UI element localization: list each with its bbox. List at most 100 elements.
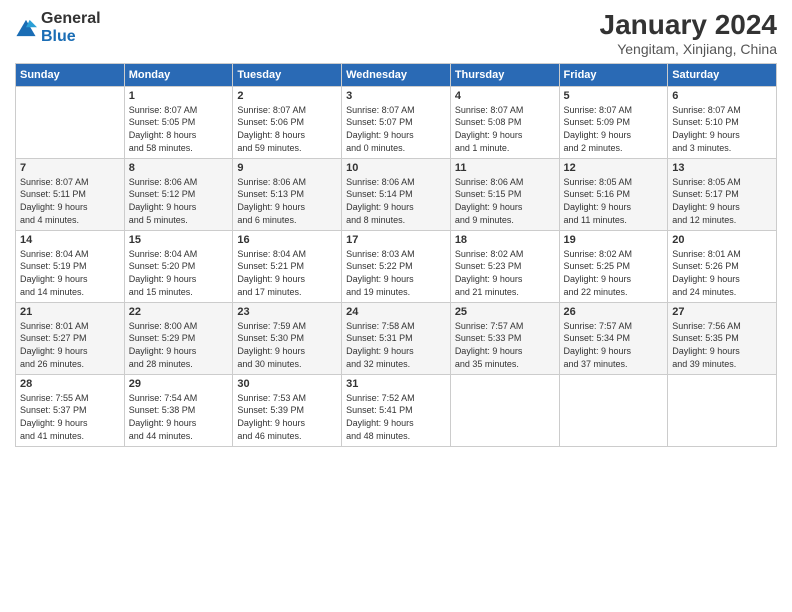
day-number: 4 [455, 90, 555, 102]
day-info: Sunrise: 8:02 AM Sunset: 5:23 PM Dayligh… [455, 248, 555, 298]
calendar-cell: 6 Sunrise: 8:07 AM Sunset: 5:10 PM Daylig… [668, 86, 777, 158]
day-info: Sunrise: 8:07 AM Sunset: 5:11 PM Dayligh… [20, 176, 120, 226]
calendar-cell: 18 Sunrise: 8:02 AM Sunset: 5:23 PM Dayli… [450, 230, 559, 302]
calendar-cell: 28 Sunrise: 7:55 AM Sunset: 5:37 PM Dayli… [16, 374, 125, 446]
day-info: Sunrise: 8:07 AM Sunset: 5:06 PM Dayligh… [237, 104, 337, 154]
day-number: 20 [672, 234, 772, 246]
day-info: Sunrise: 8:06 AM Sunset: 5:13 PM Dayligh… [237, 176, 337, 226]
calendar-cell [668, 374, 777, 446]
day-number: 15 [129, 234, 229, 246]
calendar-cell [559, 374, 668, 446]
day-info: Sunrise: 8:07 AM Sunset: 5:08 PM Dayligh… [455, 104, 555, 154]
calendar-cell: 13Sunrise: 8:05 AM Sunset: 5:17 PM Dayli… [668, 158, 777, 230]
day-number: 28 [20, 378, 120, 390]
calendar-cell: 30Sunrise: 7:53 AM Sunset: 5:39 PM Dayli… [233, 374, 342, 446]
day-info: Sunrise: 8:04 AM Sunset: 5:20 PM Dayligh… [129, 248, 229, 298]
day-number: 25 [455, 306, 555, 318]
calendar-cell: 16 Sunrise: 8:04 AM Sunset: 5:21 PM Dayli… [233, 230, 342, 302]
day-info: Sunrise: 8:03 AM Sunset: 5:22 PM Dayligh… [346, 248, 446, 298]
day-number: 31 [346, 378, 446, 390]
calendar-cell: 10Sunrise: 8:06 AM Sunset: 5:14 PM Dayli… [342, 158, 451, 230]
calendar-cell: 29 Sunrise: 7:54 AM Sunset: 5:38 PM Dayli… [124, 374, 233, 446]
day-info: Sunrise: 8:01 AM Sunset: 5:27 PM Dayligh… [20, 320, 120, 370]
calendar-cell [450, 374, 559, 446]
logo-blue: Blue [41, 28, 76, 45]
day-info: Sunrise: 8:04 AM Sunset: 5:21 PM Dayligh… [237, 248, 337, 298]
day-info: Sunrise: 8:07 AM Sunset: 5:09 PM Dayligh… [564, 104, 664, 154]
logo: General Blue [15, 10, 101, 46]
day-number: 26 [564, 306, 664, 318]
calendar-cell: 12 Sunrise: 8:05 AM Sunset: 5:16 PM Dayli… [559, 158, 668, 230]
calendar-cell: 7 Sunrise: 8:07 AM Sunset: 5:11 PM Daylig… [16, 158, 125, 230]
day-info: Sunrise: 7:59 AM Sunset: 5:30 PM Dayligh… [237, 320, 337, 370]
day-header-wednesday: Wednesday [342, 63, 451, 86]
day-number: 10 [346, 162, 446, 174]
title-block: January 2024 Yengitam, Xinjiang, China [600, 10, 777, 57]
calendar-cell: 8 Sunrise: 8:06 AM Sunset: 5:12 PM Daylig… [124, 158, 233, 230]
calendar-cell: 3 Sunrise: 8:07 AM Sunset: 5:07 PM Daylig… [342, 86, 451, 158]
calendar-cell: 4 Sunrise: 8:07 AM Sunset: 5:08 PM Daylig… [450, 86, 559, 158]
calendar-cell: 31 Sunrise: 7:52 AM Sunset: 5:41 PM Dayli… [342, 374, 451, 446]
week-row-2: 7 Sunrise: 8:07 AM Sunset: 5:11 PM Daylig… [16, 158, 777, 230]
logo-general: General [41, 10, 101, 27]
calendar-cell: 5Sunrise: 8:07 AM Sunset: 5:09 PM Daylig… [559, 86, 668, 158]
calendar-cell: 14Sunrise: 8:04 AM Sunset: 5:19 PM Dayli… [16, 230, 125, 302]
main-title: January 2024 [600, 10, 777, 41]
day-number: 16 [237, 234, 337, 246]
day-number: 6 [672, 90, 772, 102]
calendar-cell: 24 Sunrise: 7:58 AM Sunset: 5:31 PM Dayli… [342, 302, 451, 374]
day-info: Sunrise: 7:57 AM Sunset: 5:34 PM Dayligh… [564, 320, 664, 370]
calendar-cell: 22 Sunrise: 8:00 AM Sunset: 5:29 PM Dayli… [124, 302, 233, 374]
calendar-cell: 1 Sunrise: 8:07 AM Sunset: 5:05 PM Daylig… [124, 86, 233, 158]
day-number: 19 [564, 234, 664, 246]
week-row-1: 1 Sunrise: 8:07 AM Sunset: 5:05 PM Daylig… [16, 86, 777, 158]
week-row-4: 21 Sunrise: 8:01 AM Sunset: 5:27 PM Dayli… [16, 302, 777, 374]
day-info: Sunrise: 8:07 AM Sunset: 5:07 PM Dayligh… [346, 104, 446, 154]
day-info: Sunrise: 7:54 AM Sunset: 5:38 PM Dayligh… [129, 392, 229, 442]
day-number: 13 [672, 162, 772, 174]
day-number: 14 [20, 234, 120, 246]
day-info: Sunrise: 8:01 AM Sunset: 5:26 PM Dayligh… [672, 248, 772, 298]
day-info: Sunrise: 7:55 AM Sunset: 5:37 PM Dayligh… [20, 392, 120, 442]
day-number: 1 [129, 90, 229, 102]
day-info: Sunrise: 8:06 AM Sunset: 5:12 PM Dayligh… [129, 176, 229, 226]
day-number: 18 [455, 234, 555, 246]
calendar-cell: 26 Sunrise: 7:57 AM Sunset: 5:34 PM Dayli… [559, 302, 668, 374]
day-info: Sunrise: 8:00 AM Sunset: 5:29 PM Dayligh… [129, 320, 229, 370]
day-info: Sunrise: 8:07 AM Sunset: 5:10 PM Dayligh… [672, 104, 772, 154]
day-number: 21 [20, 306, 120, 318]
day-header-tuesday: Tuesday [233, 63, 342, 86]
day-info: Sunrise: 8:06 AM Sunset: 5:15 PM Dayligh… [455, 176, 555, 226]
day-info: Sunrise: 8:02 AM Sunset: 5:25 PM Dayligh… [564, 248, 664, 298]
calendar-cell: 2Sunrise: 8:07 AM Sunset: 5:06 PM Daylig… [233, 86, 342, 158]
day-number: 24 [346, 306, 446, 318]
calendar-cell: 25 Sunrise: 7:57 AM Sunset: 5:33 PM Dayli… [450, 302, 559, 374]
day-number: 12 [564, 162, 664, 174]
main-container: General Blue January 2024 Yengitam, Xinj… [0, 0, 792, 452]
day-header-saturday: Saturday [668, 63, 777, 86]
calendar-cell: 21 Sunrise: 8:01 AM Sunset: 5:27 PM Dayli… [16, 302, 125, 374]
day-header-monday: Monday [124, 63, 233, 86]
calendar-cell: 15 Sunrise: 8:04 AM Sunset: 5:20 PM Dayli… [124, 230, 233, 302]
day-number: 7 [20, 162, 120, 174]
day-info: Sunrise: 7:58 AM Sunset: 5:31 PM Dayligh… [346, 320, 446, 370]
header-row-days: SundayMondayTuesdayWednesdayThursdayFrid… [16, 63, 777, 86]
logo-icon [15, 17, 37, 39]
calendar-cell: 27 Sunrise: 7:56 AM Sunset: 5:35 PM Dayli… [668, 302, 777, 374]
sub-title: Yengitam, Xinjiang, China [600, 41, 777, 57]
day-header-thursday: Thursday [450, 63, 559, 86]
calendar-cell: 9Sunrise: 8:06 AM Sunset: 5:13 PM Daylig… [233, 158, 342, 230]
day-number: 3 [346, 90, 446, 102]
day-info: Sunrise: 7:56 AM Sunset: 5:35 PM Dayligh… [672, 320, 772, 370]
day-info: Sunrise: 8:07 AM Sunset: 5:05 PM Dayligh… [129, 104, 229, 154]
day-info: Sunrise: 7:52 AM Sunset: 5:41 PM Dayligh… [346, 392, 446, 442]
week-row-5: 28 Sunrise: 7:55 AM Sunset: 5:37 PM Dayli… [16, 374, 777, 446]
day-number: 22 [129, 306, 229, 318]
day-number: 27 [672, 306, 772, 318]
calendar-cell [16, 86, 125, 158]
day-info: Sunrise: 7:57 AM Sunset: 5:33 PM Dayligh… [455, 320, 555, 370]
day-number: 29 [129, 378, 229, 390]
calendar-cell: 23Sunrise: 7:59 AM Sunset: 5:30 PM Dayli… [233, 302, 342, 374]
day-info: Sunrise: 8:05 AM Sunset: 5:16 PM Dayligh… [564, 176, 664, 226]
day-number: 8 [129, 162, 229, 174]
